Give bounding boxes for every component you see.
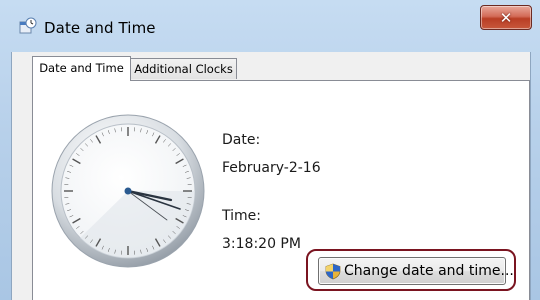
date-time-window: Date and Time ✕ Date and Time Additional…	[0, 0, 540, 300]
title-bar[interactable]: Date and Time ✕	[0, 0, 540, 48]
close-icon: ✕	[499, 8, 513, 27]
window-title: Date and Time	[44, 19, 156, 37]
change-date-time-label: Change date and time...	[344, 263, 514, 279]
date-label: Date:	[222, 132, 261, 148]
change-date-time-button[interactable]: Change date and time...	[318, 257, 514, 285]
tab-additional-clocks[interactable]: Additional Clocks	[131, 58, 237, 79]
uac-shield-icon	[325, 263, 341, 280]
tab-date-and-time[interactable]: Date and Time	[32, 56, 131, 81]
time-label: Time:	[222, 208, 261, 224]
date-time-icon	[19, 17, 37, 34]
date-value: February-2-16	[222, 160, 321, 176]
analog-clock-icon	[51, 114, 205, 268]
time-value: 3:18:20 PM	[222, 236, 301, 252]
close-button[interactable]: ✕	[480, 5, 532, 30]
